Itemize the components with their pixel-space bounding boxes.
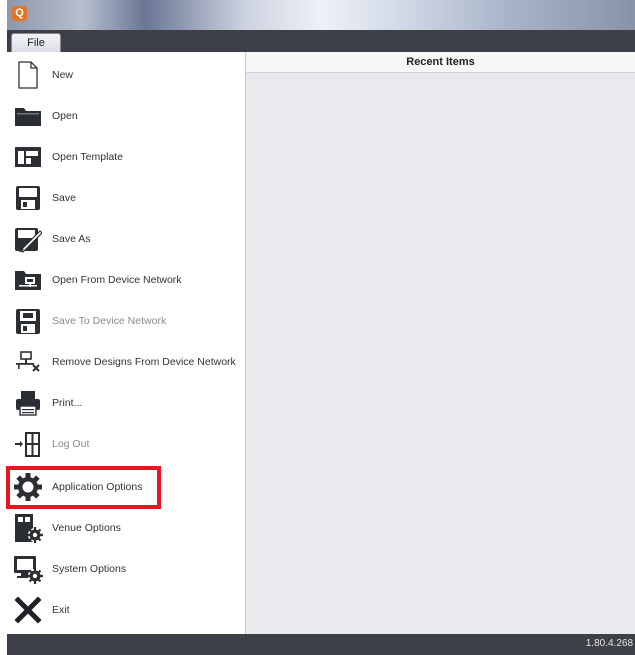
menu-item-label: Remove Designs From Device Network (52, 355, 236, 368)
menu-item-open-template[interactable]: Open Template (7, 136, 245, 177)
menu-item-label: System Options (52, 562, 127, 575)
menu-item-label: Save To Device Network (52, 314, 167, 327)
logout-icon (13, 429, 43, 459)
menu-item-save-to-device-network[interactable]: Save To Device Network (7, 300, 245, 341)
exit-x-icon (13, 595, 43, 625)
open-template-icon (13, 142, 43, 172)
menu-item-label: Save As (52, 232, 91, 245)
new-document-icon (13, 60, 43, 90)
menu-item-log-out[interactable]: Log Out (7, 423, 245, 464)
menu-item-label: New (52, 68, 74, 81)
menu-item-open-from-device-network[interactable]: Open From Device Network (7, 259, 245, 300)
menu-item-label: Venue Options (52, 521, 121, 534)
floppy-save-as-icon (13, 224, 43, 254)
version-label: 1.80.4.268 (585, 638, 633, 649)
folder-open-icon (13, 101, 43, 131)
menu-item-label: Print... (52, 396, 83, 409)
menu-item-label: Log Out (52, 437, 90, 450)
menu-item-save[interactable]: Save (7, 177, 245, 218)
app-logo-icon[interactable]: Q (12, 6, 27, 21)
venue-options-icon (13, 513, 43, 543)
menu-item-label: Exit (52, 603, 70, 616)
menu-item-print[interactable]: Print... (7, 382, 245, 423)
menu-bar: File (7, 30, 635, 52)
menu-item-new[interactable]: New (7, 54, 245, 95)
highlight-box (6, 466, 161, 509)
printer-icon (13, 388, 43, 418)
remove-network-icon (13, 347, 43, 377)
status-bar: 1.80.4.268 (7, 634, 635, 655)
menu-item-exit[interactable]: Exit (7, 589, 245, 630)
floppy-save-icon (13, 183, 43, 213)
title-bar: Q (7, 0, 635, 30)
file-tab[interactable]: File (11, 33, 61, 52)
menu-item-remove-designs[interactable]: Remove Designs From Device Network (7, 341, 245, 382)
save-network-icon (13, 306, 43, 336)
menu-item-label: Open From Device Network (52, 273, 182, 286)
menu-item-system-options[interactable]: System Options (7, 548, 245, 589)
menu-item-label: Open Template (52, 150, 124, 163)
recent-items-header: Recent Items (246, 52, 635, 73)
file-menu-panel: New Open Open Template Save Save As Open… (7, 52, 246, 634)
menu-item-venue-options[interactable]: Venue Options (7, 507, 245, 548)
system-options-icon (13, 554, 43, 584)
menu-item-open[interactable]: Open (7, 95, 245, 136)
open-network-icon (13, 265, 43, 295)
menu-item-save-as[interactable]: Save As (7, 218, 245, 259)
menu-item-label: Save (52, 191, 76, 204)
menu-item-label: Open (52, 109, 78, 122)
recent-items-panel: Recent Items (246, 52, 635, 634)
